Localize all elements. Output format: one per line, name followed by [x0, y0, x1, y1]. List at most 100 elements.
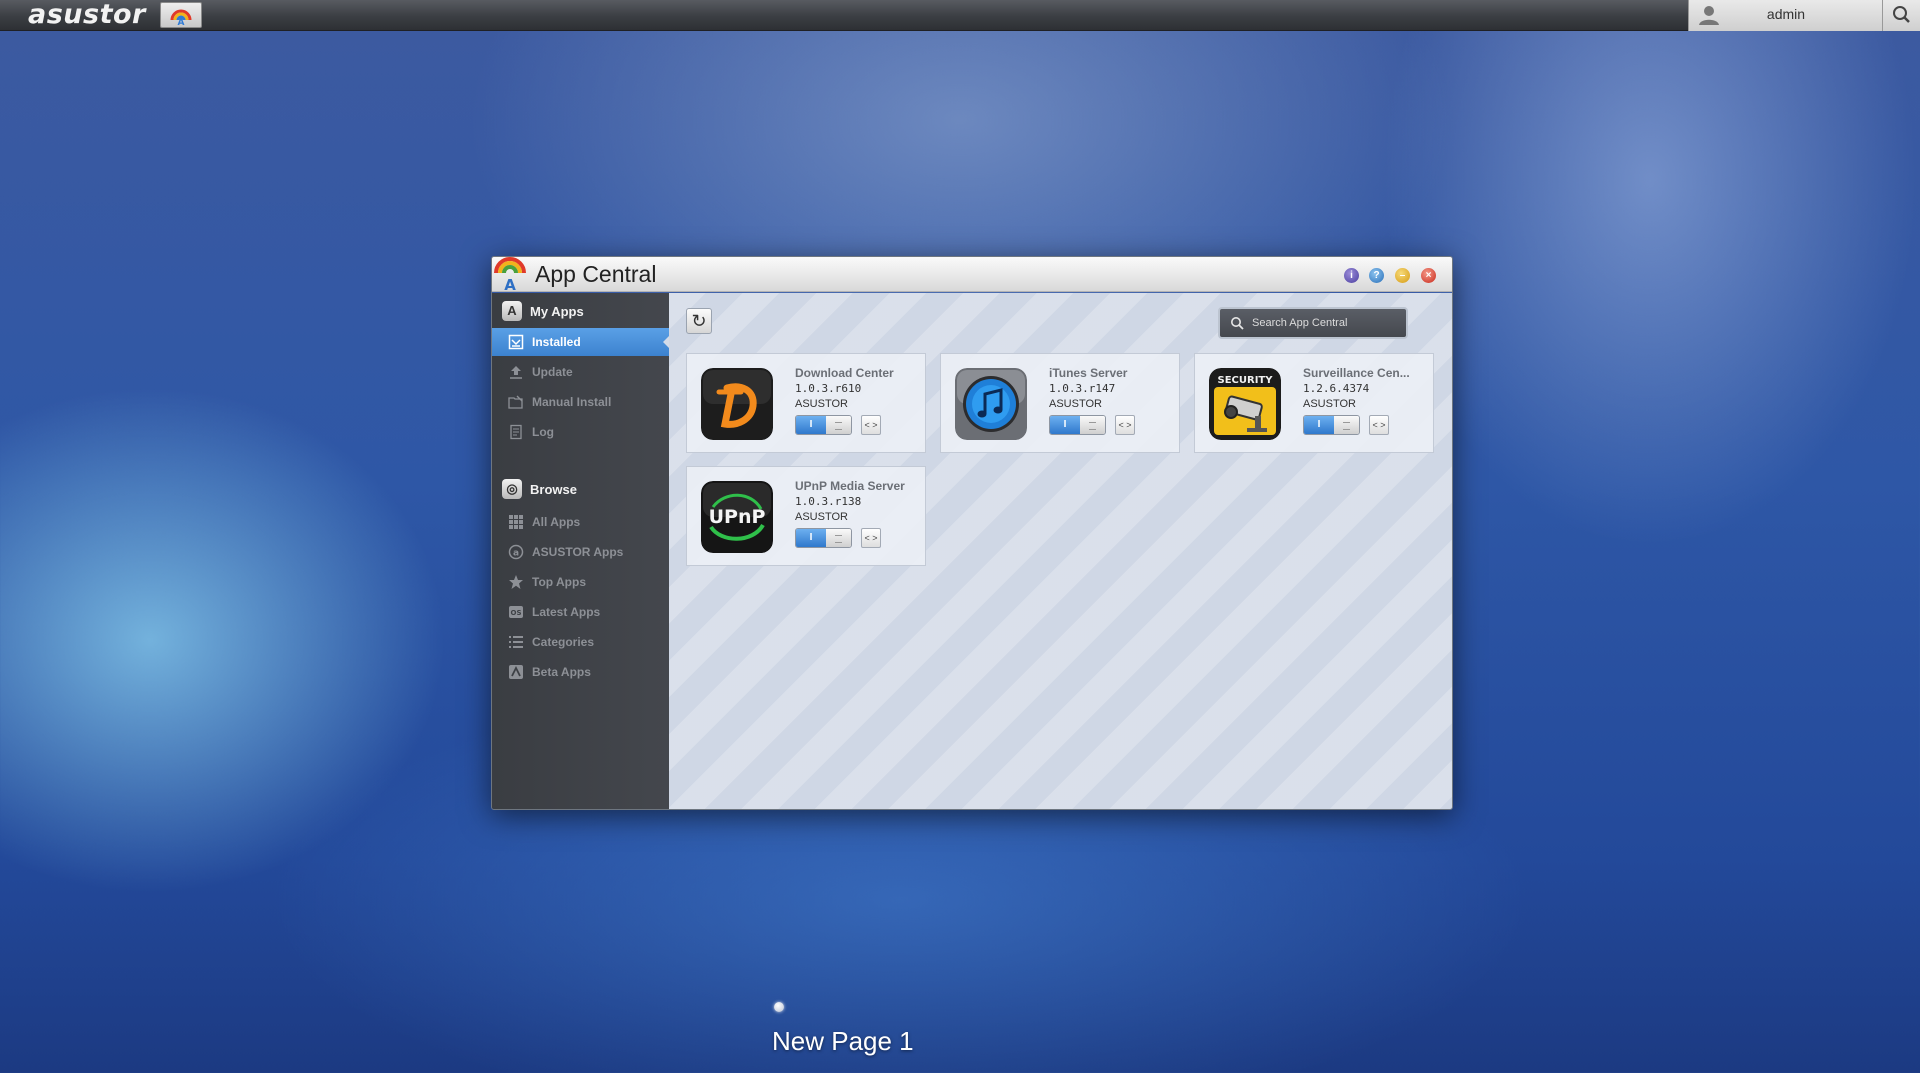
close-icon: × [1425, 270, 1432, 281]
close-button[interactable]: × [1421, 268, 1436, 283]
sidebar-item-top-apps[interactable]: Top Apps [492, 568, 669, 596]
share-icon: < > [1372, 420, 1386, 430]
info-button[interactable]: i [1344, 268, 1359, 283]
app-vendor: ASUSTOR [1049, 398, 1102, 410]
app-card-upnp-media-server[interactable]: UPnP UPnP Media Server 1.0.3.r138 ASUSTO… [686, 466, 926, 566]
sidebar-item-label: Latest Apps [532, 605, 601, 619]
sidebar-item-asustor-apps[interactable]: a ASUSTOR Apps [492, 538, 669, 566]
toggle-knob [1334, 416, 1359, 434]
app-share-button[interactable]: < > [861, 415, 881, 435]
app-card-download-center[interactable]: Download Center 1.0.3.r610 ASUSTOR I < > [686, 353, 926, 453]
sidebar-item-update[interactable]: Update [492, 358, 669, 386]
sidebar-item-label: All Apps [532, 515, 581, 529]
sidebar-item-label: Update [532, 365, 573, 379]
toggle-on-label: I [796, 416, 826, 434]
star-icon [507, 573, 525, 591]
sidebar-item-label: Installed [532, 335, 581, 349]
sidebar-item-categories[interactable]: Categories [492, 628, 669, 656]
my-apps-icon: A [502, 301, 522, 321]
app-vendor: ASUSTOR [795, 398, 848, 410]
sidebar-section-label: My Apps [530, 303, 584, 319]
sidebar-section-browse: ◎ Browse [492, 474, 669, 504]
asustor-icon: a [507, 543, 525, 561]
brand-logo: asustor [28, 0, 146, 30]
sidebar-item-beta-apps[interactable]: Beta Apps [492, 658, 669, 686]
app-enable-toggle[interactable]: I [1049, 415, 1106, 435]
sidebar-item-label: Manual Install [532, 395, 612, 409]
share-icon: < > [864, 533, 878, 543]
window-title: App Central [535, 261, 657, 287]
app-card-itunes-server[interactable]: iTunes Server 1.0.3.r147 ASUSTOR I < > [940, 353, 1180, 453]
global-search-button[interactable] [1882, 0, 1920, 31]
log-icon [507, 423, 525, 441]
search-icon [1893, 6, 1910, 23]
app-version: 1.2.6.4374 [1303, 382, 1370, 395]
toggle-knob [826, 529, 851, 547]
sidebar-item-label: Beta Apps [532, 665, 591, 679]
page-indicator-dot[interactable] [774, 1002, 784, 1012]
window-titlebar[interactable]: A App Central i ? – × [492, 257, 1452, 292]
itunes-server-icon [955, 368, 1027, 440]
sidebar-item-log[interactable]: Log [492, 418, 669, 446]
app-share-button[interactable]: < > [1369, 415, 1389, 435]
grid-icon [507, 513, 525, 531]
toggle-on-label: I [1050, 416, 1080, 434]
sidebar-item-installed[interactable]: Installed [492, 328, 669, 356]
upnp-media-server-icon: UPnP [701, 481, 773, 553]
sidebar-item-latest-apps[interactable]: OS Latest Apps [492, 598, 669, 626]
security-label: SECURITY [1218, 375, 1274, 386]
sidebar: A My Apps Installed Update Manual Instal… [492, 293, 669, 809]
app-name: Download Center [795, 366, 894, 380]
sidebar-item-all-apps[interactable]: All Apps [492, 508, 669, 536]
manual-install-icon [507, 393, 525, 411]
app-share-button[interactable]: < > [861, 528, 881, 548]
sidebar-section-my-apps: A My Apps [492, 296, 669, 326]
list-icon [507, 633, 525, 651]
app-vendor: ASUSTOR [795, 511, 848, 523]
new-icon: OS [507, 603, 525, 621]
share-icon: < > [864, 420, 878, 430]
app-central-window: A App Central i ? – × A My Apps Installe… [491, 256, 1453, 810]
sidebar-item-label: Top Apps [532, 575, 586, 589]
refresh-button[interactable]: ↻ [686, 308, 712, 334]
desktop-page-label: New Page 1 [772, 1026, 914, 1056]
search-icon [1231, 317, 1244, 330]
update-icon [507, 363, 525, 381]
app-enable-toggle[interactable]: I [795, 415, 852, 435]
minimize-button[interactable]: – [1395, 268, 1410, 283]
refresh-icon: ↻ [691, 311, 707, 331]
toggle-on-label: I [796, 529, 826, 547]
share-icon: < > [1118, 420, 1132, 430]
app-card-surveillance-center[interactable]: SECURITY Surveillance Cen... 1.2.6.4374 … [1194, 353, 1434, 453]
search-input[interactable] [1252, 317, 1392, 329]
help-icon: ? [1373, 270, 1380, 281]
download-center-icon [701, 368, 773, 440]
sidebar-item-label: ASUSTOR Apps [532, 545, 624, 559]
app-version: 1.0.3.r147 [1049, 382, 1116, 395]
help-button[interactable]: ? [1369, 268, 1384, 283]
sidebar-item-label: Categories [532, 635, 595, 649]
svg-text:A: A [178, 18, 185, 27]
top-bar: asustor A admin [0, 0, 1920, 31]
installed-apps-panel: ↻ Download Center 1.0.3.r610 ASUSTOR [669, 293, 1452, 809]
user-name: admin [1766, 6, 1806, 22]
app-share-button[interactable]: < > [1115, 415, 1135, 435]
toggle-knob [1080, 416, 1105, 434]
browse-icon: ◎ [502, 479, 522, 499]
user-menu[interactable]: admin [1688, 0, 1882, 31]
search-app-central[interactable] [1218, 307, 1408, 339]
info-icon: i [1350, 270, 1353, 281]
app-launcher-button[interactable]: A [160, 2, 202, 28]
app-enable-toggle[interactable]: I [1303, 415, 1360, 435]
installed-icon [507, 333, 525, 351]
upnp-label: UPnP [709, 506, 766, 528]
app-version: 1.0.3.r610 [795, 382, 862, 395]
sidebar-item-label: Log [532, 425, 554, 439]
sidebar-item-manual-install[interactable]: Manual Install [492, 388, 669, 416]
minimize-icon: – [1399, 270, 1406, 281]
app-version: 1.0.3.r138 [795, 495, 862, 508]
svg-text:A: A [504, 276, 516, 292]
app-name: Surveillance Cen... [1303, 366, 1410, 380]
app-enable-toggle[interactable]: I [795, 528, 852, 548]
sidebar-section-label: Browse [530, 481, 577, 497]
